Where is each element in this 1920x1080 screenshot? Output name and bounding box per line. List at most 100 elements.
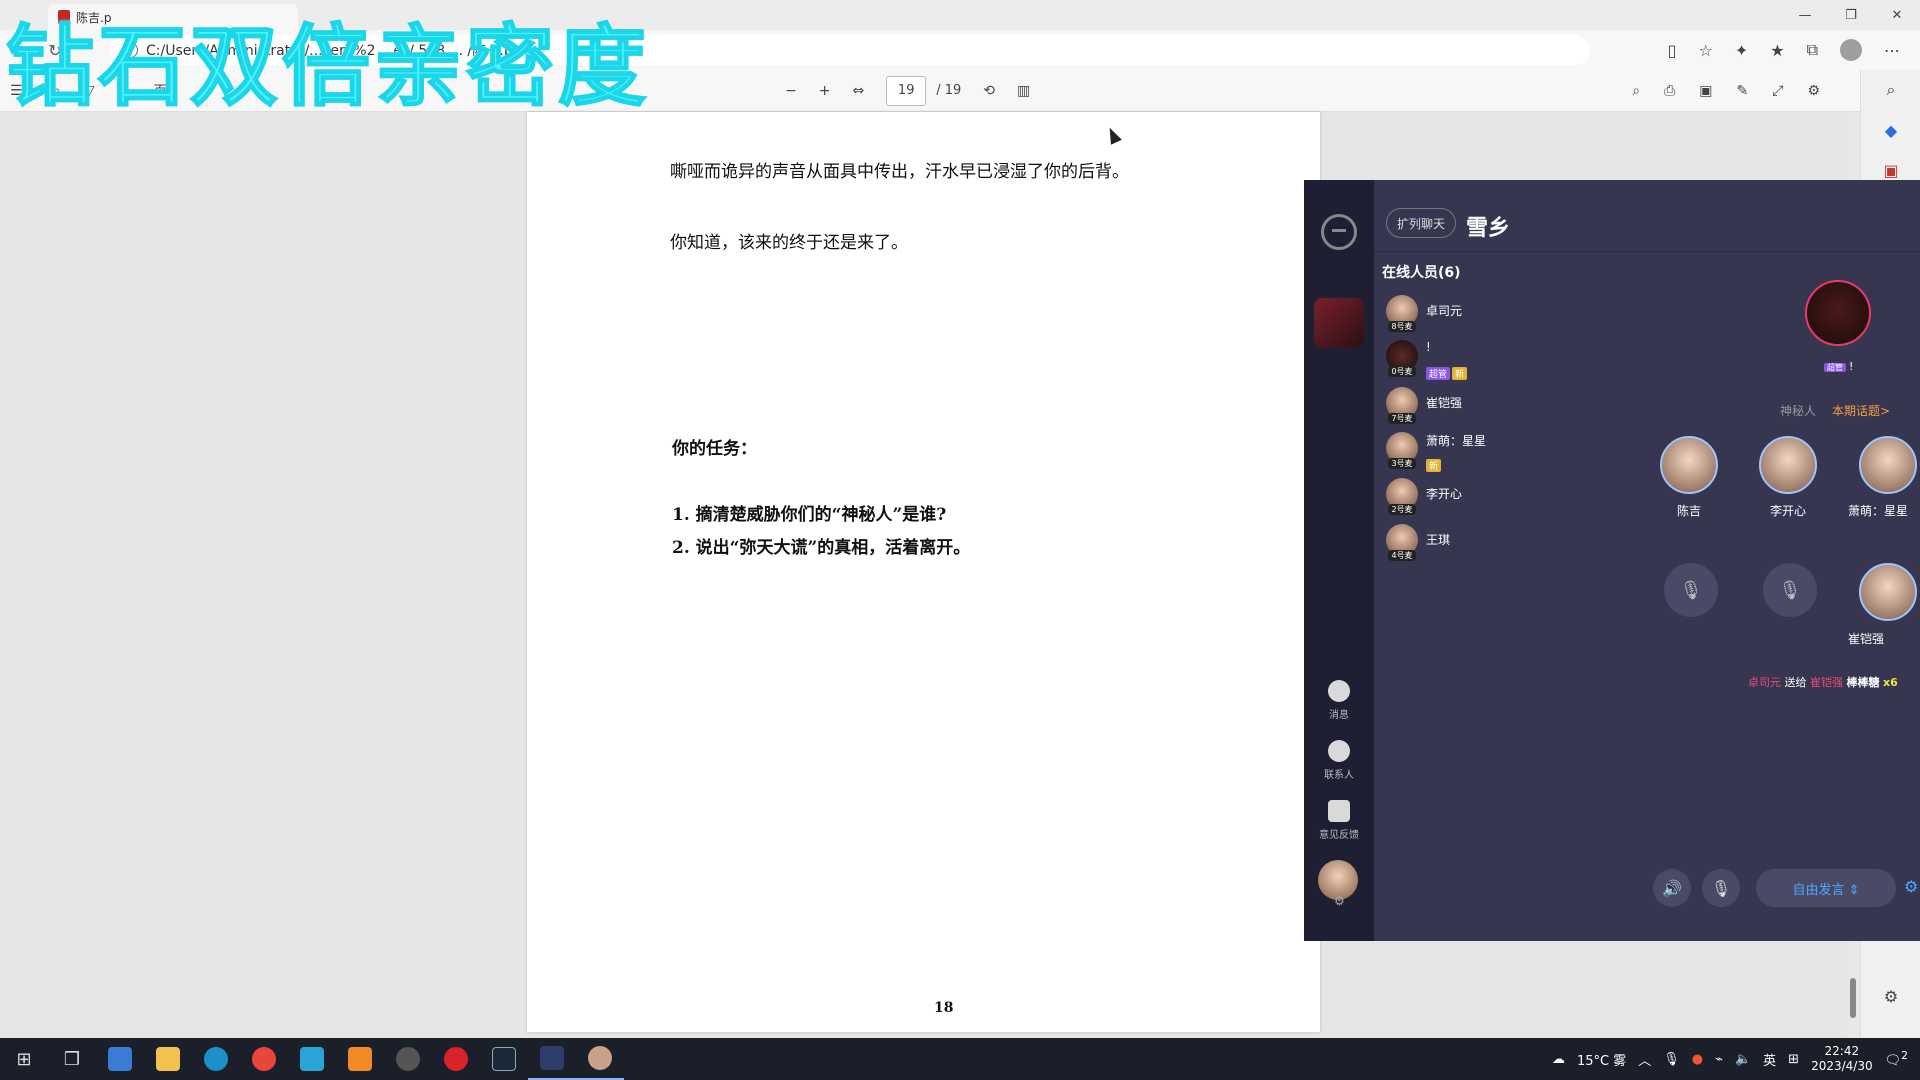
admin-badge: 超管 — [1426, 367, 1451, 380]
room-name: 雪乡 — [1466, 216, 1511, 241]
task-view-icon[interactable]: ❒ — [48, 1038, 96, 1080]
weather-icon[interactable]: ☁ — [1552, 1052, 1565, 1067]
clock[interactable]: 22:42 2023/4/30 — [1811, 1044, 1873, 1074]
obs-icon[interactable] — [384, 1038, 432, 1080]
extensions-icon[interactable]: ✦ — [1735, 41, 1748, 60]
netease-music-icon[interactable] — [432, 1038, 480, 1080]
page-total: / 19 — [936, 83, 962, 98]
voice-chat-window: 消息 联系人 意见反馈 ⚙ 扩列聊天 雪乡 在线人员(6) 8号麦 卓司元 0号… — [1304, 180, 1920, 941]
nav-messages[interactable]: 消息 — [1304, 680, 1374, 721]
nav-feedback[interactable]: 意见反馈 — [1304, 800, 1374, 841]
gift-notification: 卓司元 送给 崔铠强 棒棒糖 x6 — [1748, 676, 1898, 689]
ime-icon[interactable]: ⊞ — [1788, 1052, 1799, 1067]
pdf-page-number: 18 — [934, 1000, 954, 1016]
new-badge: 新 — [1452, 367, 1468, 380]
chat-settings-icon[interactable]: ⚙ — [1904, 877, 1918, 896]
topic-link[interactable]: 本期话题> — [1832, 402, 1890, 419]
pdf-task-item: 2. 说出“弥天大谎”的真相，活着离开。 — [672, 538, 971, 558]
close-window-button[interactable]: ✕ — [1874, 0, 1920, 30]
member-item[interactable]: 2号麦 李开心 — [1386, 478, 1606, 518]
avatar-app-icon[interactable] — [576, 1038, 624, 1080]
new-badge: 新 — [1426, 459, 1442, 472]
stage-seat-avatar[interactable] — [1759, 436, 1817, 494]
mic-tray-icon[interactable]: 🎙 — [1663, 1052, 1680, 1067]
explorer-icon[interactable] — [144, 1038, 192, 1080]
edge-icon[interactable] — [192, 1038, 240, 1080]
language-indicator[interactable]: 英 — [1763, 1050, 1776, 1069]
sidebar-tag-icon[interactable]: ◆ — [1861, 110, 1920, 150]
stage-seat-avatar[interactable] — [1859, 436, 1917, 494]
favorites-icon[interactable]: ★ — [1770, 41, 1784, 60]
speaker-button[interactable]: 🔊 — [1653, 869, 1691, 907]
admin-badge: 超管 — [1824, 363, 1846, 372]
app-orange-icon[interactable] — [336, 1038, 384, 1080]
empty-seat-mic-icon[interactable]: 🎙 — [1763, 563, 1817, 617]
chat-sidebar: 消息 联系人 意见反馈 ⚙ — [1304, 180, 1374, 941]
chat-header: 扩列聊天 雪乡 — [1374, 180, 1920, 252]
stage-seat-avatar[interactable] — [1859, 563, 1917, 621]
restore-button[interactable]: ❐ — [1828, 0, 1874, 30]
pdf-text-line: 嘶哑而诡异的声音从面具中传出，汗水早已浸湿了你的后背。 — [670, 162, 1129, 182]
pdf-task-heading: 你的任务： — [672, 439, 757, 459]
member-item[interactable]: 0号麦 ! 超管新 — [1386, 340, 1606, 380]
page-number-input[interactable]: 19 — [886, 75, 927, 106]
online-members-title: 在线人员(6) — [1382, 265, 1461, 281]
profile-avatar[interactable] — [1840, 39, 1862, 61]
settings-gear-icon[interactable]: ⚙ — [1807, 83, 1820, 99]
stage-seat-avatar[interactable] — [1660, 436, 1718, 494]
notification-icon[interactable]: 🗨2 — [1885, 1049, 1908, 1068]
feedback-icon — [1328, 800, 1350, 822]
more-menu-icon[interactable]: ⋯ — [1884, 41, 1900, 60]
voice-chat-app-icon[interactable] — [528, 1038, 576, 1080]
app-s-icon[interactable] — [288, 1038, 336, 1080]
favorite-add-icon[interactable]: ☆ — [1698, 41, 1712, 60]
room-tag-button[interactable]: 扩列聊天 — [1386, 208, 1457, 238]
minimize-button[interactable]: — — [1782, 0, 1828, 30]
app-logo-icon — [1321, 214, 1357, 250]
member-item[interactable]: 8号麦 卓司元 — [1386, 295, 1606, 335]
volume-icon[interactable]: 🔈 — [1735, 1052, 1751, 1067]
chrome-icon[interactable] — [240, 1038, 288, 1080]
zoom-in-button[interactable]: + — [819, 83, 831, 99]
taskbar: ⊞ ❒ ☁ 15°C 雾 ︿ 🎙 ● ⌁ 🔈 英 ⊞ 22:42 2023/4/… — [0, 1038, 1920, 1080]
host-seat-avatar[interactable] — [1805, 280, 1871, 346]
save-as-icon[interactable]: ✎ — [1737, 83, 1749, 99]
fullscreen-icon[interactable]: ⤢ — [1772, 83, 1783, 99]
member-item[interactable]: 3号麦 萧萌：星星 新 — [1386, 432, 1606, 472]
stage-seat-name: 李开心 — [1769, 504, 1806, 518]
room-thumbnail[interactable] — [1314, 298, 1364, 348]
tray-expand-icon[interactable]: ︿ — [1638, 1050, 1651, 1069]
steam-icon[interactable] — [480, 1038, 528, 1080]
sidebar-search-icon[interactable]: ⌕ — [1861, 70, 1920, 110]
rotate-icon[interactable]: ⟲ — [983, 83, 995, 99]
member-item[interactable]: 7号麦 崔铠强 — [1386, 387, 1606, 427]
weather-text[interactable]: 15°C 雾 — [1577, 1050, 1626, 1069]
netease-tray-icon[interactable]: ● — [1692, 1052, 1703, 1067]
sidebar-settings-icon[interactable]: ⚙ — [1861, 976, 1920, 1016]
host-name: 超管! — [1824, 360, 1853, 373]
mic-button[interactable]: 🎙 — [1702, 869, 1740, 907]
user-settings-icon[interactable]: ⚙ — [1334, 894, 1345, 908]
collections-icon[interactable]: ⧉ — [1807, 40, 1818, 60]
network-icon[interactable]: ⌁ — [1715, 1052, 1723, 1067]
free-speak-select[interactable]: 自由发言 ⇕ — [1756, 869, 1896, 907]
store-icon[interactable] — [96, 1038, 144, 1080]
empty-seat-mic-icon[interactable]: 🎙 — [1664, 563, 1718, 617]
save-icon[interactable]: ▣ — [1699, 83, 1712, 99]
contacts-icon — [1328, 740, 1350, 762]
pdf-page: 嘶哑而诡异的声音从面具中传出，汗水早已浸湿了你的后背。 你知道，该来的终于还是来… — [527, 112, 1320, 1032]
search-icon[interactable]: ⌕ — [1632, 83, 1640, 99]
print-icon[interactable]: ⎙ — [1664, 83, 1675, 99]
nav-contacts[interactable]: 联系人 — [1304, 740, 1374, 781]
two-page-icon[interactable]: ▥ — [1017, 83, 1030, 99]
system-tray: ☁ 15°C 雾 ︿ 🎙 ● ⌁ 🔈 英 ⊞ 22:42 2023/4/30 🗨… — [1552, 1038, 1920, 1080]
member-item[interactable]: 4号麦 王琪 — [1386, 524, 1606, 564]
zoom-out-button[interactable]: − — [785, 83, 797, 99]
reader-view-icon[interactable]: ▯ — [1668, 41, 1677, 60]
message-icon — [1328, 680, 1350, 702]
scrollbar-thumb[interactable] — [1850, 978, 1856, 1018]
stage-seat-name: 萧萌：星星 — [1848, 504, 1909, 518]
mystery-label: 神秘人 — [1780, 404, 1817, 418]
start-icon[interactable]: ⊞ — [0, 1038, 48, 1080]
fit-width-icon[interactable]: ⇔ — [852, 83, 864, 99]
